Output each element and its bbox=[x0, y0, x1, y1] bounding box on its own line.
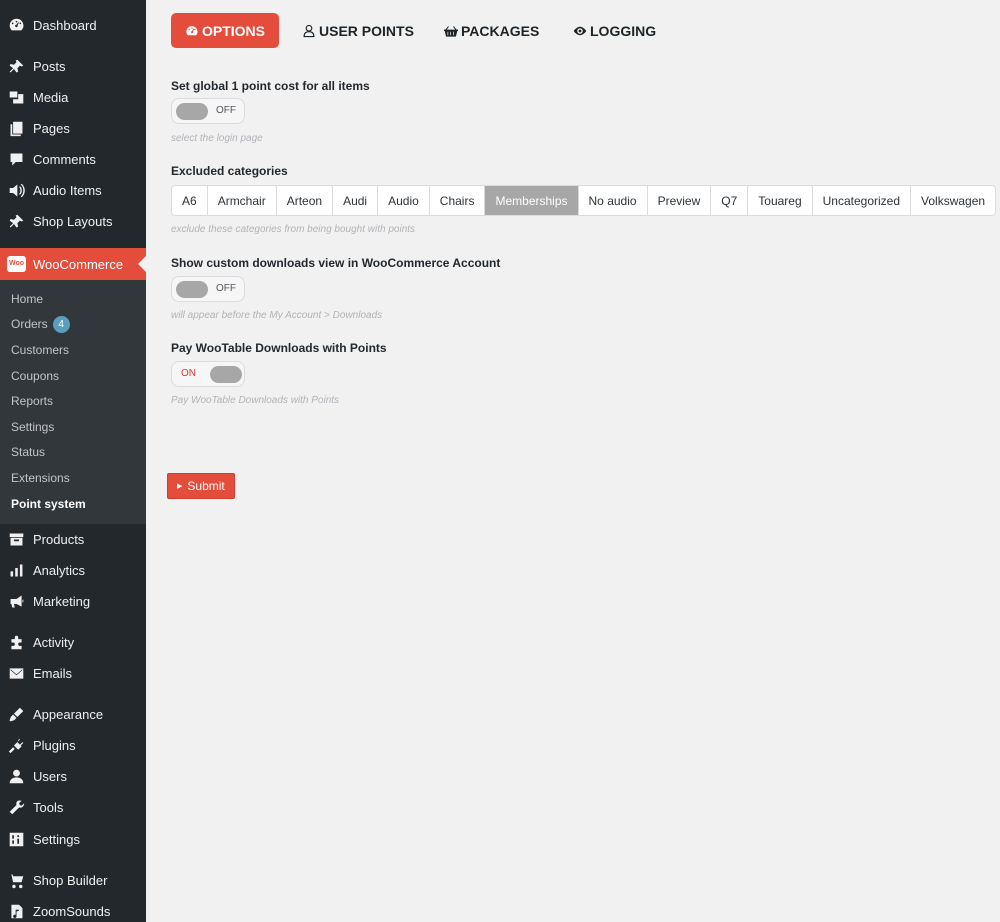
current-menu-arrow bbox=[138, 256, 146, 272]
category-volkswagen[interactable]: Volkswagen bbox=[911, 186, 995, 215]
menu-marketing[interactable]: Marketing bbox=[0, 586, 146, 617]
category-q7[interactable]: Q7 bbox=[711, 186, 749, 215]
category-memberships[interactable]: Memberships bbox=[485, 186, 579, 215]
pin-icon bbox=[0, 58, 33, 75]
menu-pages[interactable]: Pages bbox=[0, 113, 146, 144]
submenu-status[interactable]: Status bbox=[11, 443, 45, 461]
wootable-help: Pay WooTable Downloads with Points bbox=[171, 395, 340, 406]
menu-shop-layouts[interactable]: Shop Layouts bbox=[0, 206, 146, 237]
pages-icon bbox=[0, 120, 33, 137]
cart-icon bbox=[0, 872, 33, 889]
play-arrow-icon: ▶ bbox=[177, 483, 183, 490]
dashboard-icon bbox=[0, 17, 33, 34]
user-icon bbox=[0, 768, 33, 785]
submenu-coupons[interactable]: Coupons bbox=[11, 367, 59, 385]
woocommerce-logo-icon: Woo bbox=[0, 256, 33, 272]
plug-icon bbox=[0, 737, 33, 754]
menu-settings[interactable]: Settings bbox=[0, 824, 146, 855]
orders-count-badge: 4 bbox=[52, 315, 70, 333]
menu-media[interactable]: Media bbox=[0, 82, 146, 113]
submenu-point-system[interactable]: Point system bbox=[11, 495, 86, 513]
main-content: OPTIONS USER POINTS PACKAGES LOGGING Set… bbox=[146, 0, 1000, 922]
global-cost-help: select the login page bbox=[171, 133, 263, 144]
toggle-state: OFF bbox=[216, 283, 236, 294]
menu-tools[interactable]: Tools bbox=[0, 792, 146, 823]
tab-options[interactable]: OPTIONS bbox=[171, 13, 280, 48]
submit-button[interactable]: ▶ Submit bbox=[167, 473, 235, 499]
admin-sidebar: Dashboard Posts Media Pages Comments Aud… bbox=[0, 0, 146, 922]
category-uncategorized[interactable]: Uncategorized bbox=[813, 186, 912, 215]
megaphone-icon bbox=[0, 593, 33, 610]
bar-chart-icon bbox=[0, 562, 33, 579]
menu-posts[interactable]: Posts bbox=[0, 51, 146, 82]
category-touareg[interactable]: Touareg bbox=[748, 186, 813, 215]
menu-dashboard[interactable]: Dashboard bbox=[0, 10, 146, 41]
category-preview[interactable]: Preview bbox=[648, 186, 712, 215]
toggle-state: OFF bbox=[216, 105, 236, 116]
excluded-categories-selector: A6 Armchair Arteon Audi Audio Chairs Mem… bbox=[171, 185, 997, 216]
submenu-orders[interactable]: Orders 4 bbox=[11, 315, 70, 333]
woocommerce-submenu: Home Orders 4 Customers Coupons Reports S… bbox=[0, 280, 146, 524]
category-audio[interactable]: Audio bbox=[378, 186, 430, 215]
excluded-categories-label: Excluded categories bbox=[171, 164, 288, 178]
category-arteon[interactable]: Arteon bbox=[277, 186, 334, 215]
global-cost-label: Set global 1 point cost for all items bbox=[171, 79, 370, 93]
menu-audio-items[interactable]: Audio Items bbox=[0, 175, 146, 206]
submenu-settings[interactable]: Settings bbox=[11, 418, 54, 436]
sliders-icon bbox=[0, 831, 33, 848]
puzzle-icon bbox=[0, 634, 33, 651]
submenu-extensions[interactable]: Extensions bbox=[11, 469, 70, 487]
toggle-knob bbox=[176, 281, 208, 298]
category-armchair[interactable]: Armchair bbox=[208, 186, 277, 215]
category-audi[interactable]: Audi bbox=[333, 186, 379, 215]
tab-packages[interactable]: PACKAGES bbox=[444, 13, 539, 48]
submenu-customers[interactable]: Customers bbox=[11, 341, 69, 359]
media-icon bbox=[0, 89, 33, 106]
user-outline-icon bbox=[303, 24, 315, 37]
custom-downloads-label: Show custom downloads view in WooCommerc… bbox=[171, 256, 501, 270]
envelope-icon bbox=[0, 665, 33, 682]
submenu-home[interactable]: Home bbox=[11, 290, 43, 308]
menu-activity[interactable]: Activity bbox=[0, 627, 146, 658]
eye-icon bbox=[573, 26, 587, 35]
menu-products[interactable]: Products bbox=[0, 524, 146, 555]
custom-downloads-toggle[interactable]: OFF bbox=[171, 276, 245, 302]
menu-analytics[interactable]: Analytics bbox=[0, 555, 146, 586]
music-file-icon bbox=[0, 903, 33, 920]
tab-logging[interactable]: LOGGING bbox=[573, 13, 656, 48]
toggle-state: ON bbox=[181, 368, 196, 379]
menu-users[interactable]: Users bbox=[0, 761, 146, 792]
menu-emails[interactable]: Emails bbox=[0, 658, 146, 689]
speaker-icon bbox=[0, 182, 33, 199]
basket-icon bbox=[444, 25, 458, 37]
excluded-categories-help: exclude these categories from being boug… bbox=[171, 224, 416, 235]
submenu-reports[interactable]: Reports bbox=[11, 392, 53, 410]
toggle-knob bbox=[210, 366, 242, 383]
brush-icon bbox=[0, 706, 33, 723]
wootable-label: Pay WooTable Downloads with Points bbox=[171, 341, 387, 355]
pin-icon bbox=[0, 213, 33, 230]
toggle-knob bbox=[176, 103, 208, 120]
menu-appearance[interactable]: Appearance bbox=[0, 699, 146, 730]
category-no-audio[interactable]: No audio bbox=[579, 186, 648, 215]
archive-icon bbox=[0, 531, 33, 548]
custom-downloads-help: will appear before the My Account > Down… bbox=[171, 310, 383, 321]
wootable-toggle[interactable]: ON bbox=[171, 361, 245, 387]
menu-zoomsounds[interactable]: ZoomSounds bbox=[0, 896, 146, 922]
menu-shop-builder[interactable]: Shop Builder bbox=[0, 865, 146, 896]
category-chairs[interactable]: Chairs bbox=[430, 186, 486, 215]
menu-plugins[interactable]: Plugins bbox=[0, 730, 146, 761]
comment-icon bbox=[0, 151, 33, 168]
category-a6[interactable]: A6 bbox=[172, 186, 208, 215]
dashboard-gauge-icon bbox=[186, 25, 198, 35]
global-cost-toggle[interactable]: OFF bbox=[171, 98, 245, 124]
tab-user-points[interactable]: USER POINTS bbox=[302, 13, 414, 48]
menu-comments[interactable]: Comments bbox=[0, 144, 146, 175]
wrench-icon bbox=[0, 799, 33, 816]
menu-woocommerce[interactable]: Woo WooCommerce bbox=[0, 248, 146, 280]
